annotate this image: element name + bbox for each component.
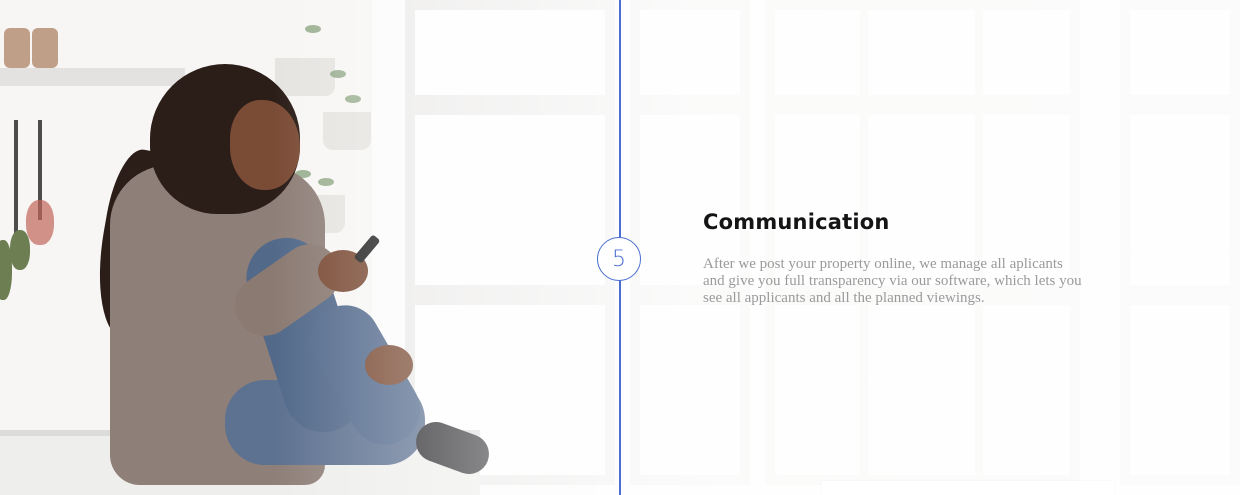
step-content: Communication After we post your propert… — [703, 210, 1083, 307]
step-title: Communication — [703, 210, 890, 234]
step-number: 5 — [612, 246, 626, 272]
bottom-card — [822, 481, 1114, 495]
step-description: After we post your property online, we m… — [703, 256, 1082, 306]
step-number-badge: 5 — [597, 237, 641, 281]
